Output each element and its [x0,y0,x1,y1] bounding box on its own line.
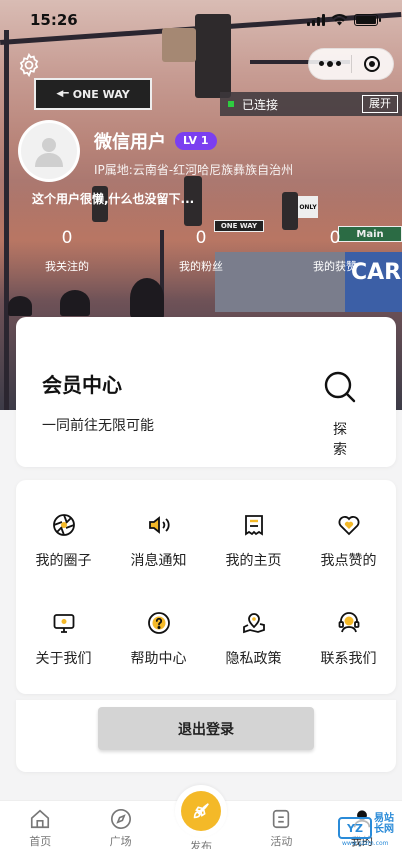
menu-item-my-likes[interactable]: 我点赞的 [301,492,396,590]
status-time: 15:26 [30,11,78,29]
palm-tree [8,296,32,316]
stat-value: 0 [61,228,73,248]
connected-dot-icon [228,101,234,107]
tab-label: 发布 [190,840,213,849]
vip-subtitle: 一同前往无限可能 [42,418,154,434]
home-icon [31,809,50,829]
tab-square[interactable]: 广场 [80,801,160,849]
compass-icon [110,809,131,829]
menu-item-help-center[interactable]: 帮助中心 [111,590,206,688]
menu-item-contact-us[interactable]: 联系我们 [301,590,396,688]
vip-title: 会员中心 [42,373,122,397]
watermark-name: 易站 长网 [374,813,394,835]
watermark-url: www.yzzm.com [342,840,389,847]
stat-following[interactable]: 0 我关注的 [0,228,134,274]
publish-button[interactable] [175,785,228,837]
menu-item-label: 联系我们 [320,651,377,667]
heart-icon [336,512,362,538]
tab-label: 广场 [109,835,132,848]
avatar[interactable] [18,120,80,182]
logout-button[interactable]: 退出登录 [98,707,314,750]
default-user-icon [35,138,63,167]
traffic-light [282,192,298,230]
help-icon [146,610,172,636]
stat-value: 0 [329,228,341,248]
menu-item-label: 帮助中心 [130,651,187,667]
search-icon [324,371,356,403]
watermark-logo: YZ [338,817,372,839]
rocket-icon [193,803,209,819]
menu-item-label: 我点赞的 [320,553,377,569]
speaker-icon [146,512,172,538]
stat-label: 我的粉丝 [179,260,223,273]
only-sign: ONLY [298,196,318,218]
menu-item-label: 消息通知 [130,553,187,569]
status-bar: 15:26 [0,0,402,40]
expand-button[interactable]: 展开 [362,95,398,113]
tab-publish[interactable]: 发布 [161,785,241,849]
menu-item-label: 隐私政策 [225,651,282,667]
activity-icon [273,809,290,829]
ip-location: IP属地:云南省-红河哈尼族彝族自治州 [94,163,294,177]
receipt-icon [241,512,267,538]
battery-icon [354,14,381,26]
menu-item-label: 关于我们 [35,651,92,667]
menu-item-my-circle[interactable]: 我的圈子 [16,492,111,590]
one-way-sign: ◀━ ONE WAY [34,78,152,110]
wifi-icon [331,14,348,26]
stat-likes[interactable]: 0 我的获赞 [268,228,402,274]
settings-gear-icon[interactable] [16,52,42,78]
sign-pole [4,30,9,410]
vip-center-card[interactable]: 会员中心 一同前往无限可能 探 索 [16,317,396,467]
headset-icon [336,610,362,636]
menu-item-my-homepage[interactable]: 我的主页 [206,492,301,590]
explore-button[interactable]: 探 索 [320,369,360,459]
tab-label: 首页 [29,835,52,848]
close-mini-program-icon[interactable] [351,56,393,72]
signal-icon [307,14,325,26]
site-watermark-logo: YZ 易站 长网 www.yzzm.com [338,809,398,847]
connection-status-bar: 已连接 展开 [220,92,402,116]
menu-item-label: 我的主页 [225,553,282,569]
menu-item-privacy-policy[interactable]: 隐私政策 [206,590,301,688]
menu-item-about-us[interactable]: 关于我们 [16,590,111,688]
user-bio: 这个用户很懒,什么也没留下... [32,192,195,206]
stat-label: 我关注的 [45,260,89,273]
stat-followers[interactable]: 0 我的粉丝 [134,228,268,274]
tab-activity[interactable]: 活动 [241,801,321,849]
mini-program-capsule [308,48,394,80]
palm-tree [130,278,164,318]
aperture-icon [51,512,77,538]
map-pin-icon [241,610,267,636]
system-indicators [307,14,381,26]
stat-value: 0 [195,228,207,248]
explore-label: 探 索 [333,422,351,458]
menu-item-label: 我的圈子 [35,553,92,569]
function-menu: 我的圈子 消息通知 我的主页 我点赞的 关于我们 帮助中心 隐私政策 联系我们 [16,480,396,694]
tab-label: 活动 [270,835,293,848]
connection-status-text: 已连接 [242,97,279,112]
more-options-icon[interactable] [309,61,351,67]
tab-home[interactable]: 首页 [0,801,80,849]
profile-stats: 0 我关注的 0 我的粉丝 0 我的获赞 [0,228,402,274]
monitor-icon [51,610,77,636]
palm-tree [60,290,90,316]
level-badge: LV 1 [175,132,217,150]
menu-item-notifications[interactable]: 消息通知 [111,492,206,590]
user-nickname: 微信用户 [94,132,166,153]
stat-label: 我的获赞 [313,260,357,273]
